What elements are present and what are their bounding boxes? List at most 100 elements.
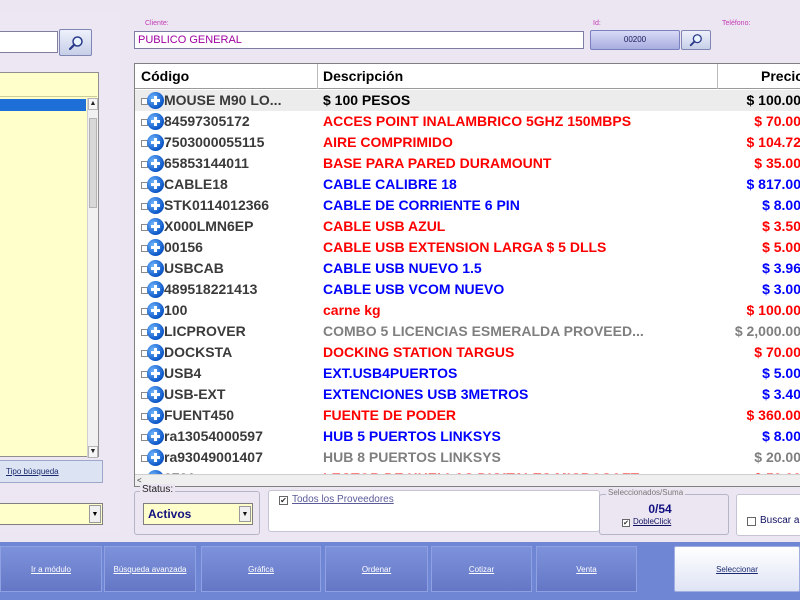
table-row[interactable]: 65853144011 BASE PARA PARED DURAMOUNT $ 35… [135, 153, 800, 174]
table-row[interactable]: 84597305172 ACCES POINT INALAMBRICO 5GHZ … [135, 111, 800, 132]
cell-descripcion: HUB 5 PUERTOS LINKSYS [323, 428, 501, 444]
plus-icon[interactable] [147, 323, 164, 340]
cell-descripcion: CABLE USB EXTENSION LARGA $ 5 DLLS [323, 239, 607, 255]
todos-proveedores-label[interactable]: Todos los Proveedores [292, 494, 394, 505]
scroll-down-icon[interactable]: ▼ [88, 446, 98, 458]
scroll-up-icon[interactable]: ▲ [88, 98, 98, 110]
plus-icon[interactable] [147, 197, 164, 214]
cell-precio: $ 20.00 [754, 449, 800, 465]
plus-icon[interactable] [147, 218, 164, 235]
plus-icon[interactable] [147, 155, 164, 172]
cell-descripcion: COMBO 5 LICENCIAS ESMERALDA PROVEED... [323, 323, 644, 339]
plus-icon[interactable] [147, 92, 164, 109]
status-label: Status: [140, 484, 176, 495]
plus-icon[interactable] [147, 281, 164, 298]
left-list-header [0, 73, 97, 97]
table-row[interactable]: CABLE18 CABLE CALIBRE 18 $ 817.00 [135, 174, 800, 195]
id-search-button[interactable] [681, 30, 711, 50]
plus-icon[interactable] [147, 176, 164, 193]
column-header-descripcion[interactable]: Descripción [323, 68, 403, 84]
ordenar-button[interactable]: Ordenar [325, 546, 428, 592]
left-list-scrollbar[interactable]: ▲ ▼ [87, 98, 98, 458]
cell-precio: $ 70.00 [754, 344, 800, 360]
id-label: Id: [593, 20, 601, 27]
table-row[interactable]: FUENT450 FUENTE DE PODER $ 360.00 [135, 405, 800, 426]
busqueda-avanzada-button[interactable]: Búsqueda avanzada [104, 546, 196, 592]
left-list-selected-item[interactable] [0, 99, 86, 111]
plus-icon[interactable] [147, 365, 164, 382]
plus-icon[interactable] [147, 239, 164, 256]
table-row[interactable]: USB-EXT EXTENCIONES USB 3METROS $ 3.40 [135, 384, 800, 405]
plus-icon[interactable] [147, 449, 164, 466]
table-row[interactable]: 489518221413 CABLE USB VCOM NUEVO $ 3.00 [135, 279, 800, 300]
left-combo[interactable]: ▼ [0, 503, 103, 525]
table-row[interactable]: 00156 CABLE USB EXTENSION LARGA $ 5 DLLS $… [135, 237, 800, 258]
cliente-input[interactable]: PUBLICO GENERAL [134, 31, 584, 49]
table-row[interactable]: X000LMN6EP CABLE USB AZUL $ 3.50 [135, 216, 800, 237]
table-row[interactable]: STK0114012366 CABLE DE CORRIENTE 6 PIN $ 8… [135, 195, 800, 216]
table-row[interactable]: MOUSE M90 LO... $ 100 PESOS $ 100.00 [135, 90, 800, 111]
plus-icon[interactable] [147, 302, 164, 319]
plus-icon[interactable] [147, 134, 164, 151]
column-divider[interactable] [317, 64, 318, 89]
cell-precio: $ 35.00 [754, 155, 800, 171]
todos-proveedores-checkbox[interactable]: ✔ [279, 496, 288, 505]
column-header-precio[interactable]: Precio [761, 68, 800, 84]
cell-precio: $ 2,000.00 [734, 323, 800, 339]
plus-icon[interactable] [147, 344, 164, 361]
plus-icon[interactable] [147, 260, 164, 277]
cell-codigo: USB-EXT [164, 386, 226, 402]
grid-horizontal-scrollbar[interactable]: < [135, 474, 800, 486]
plus-icon[interactable] [147, 407, 164, 424]
cell-descripcion: DOCKING STATION TARGUS [323, 344, 515, 360]
cell-descripcion: carne kg [323, 302, 381, 318]
cell-precio: $ 360.00 [746, 407, 800, 423]
venta-button[interactable]: Venta [536, 546, 637, 592]
plus-icon[interactable] [147, 386, 164, 403]
cell-precio: $ 100.00 [746, 302, 800, 318]
chevron-down-icon[interactable]: ▼ [239, 506, 251, 522]
left-list-scroll-thumb[interactable] [89, 118, 97, 208]
dobleclick-checkbox[interactable]: ✔ [622, 519, 630, 527]
left-search-button[interactable] [59, 29, 92, 56]
plus-icon[interactable] [147, 113, 164, 130]
grafica-button[interactable]: Gráfica [201, 546, 321, 592]
table-row[interactable]: DOCKSTA DOCKING STATION TARGUS $ 70.00 [135, 342, 800, 363]
cell-codigo: LICPROVER [164, 323, 246, 339]
product-grid[interactable]: Código Descripción Precio MOUSE M90 LO..… [134, 63, 800, 487]
id-button[interactable]: 00200 [590, 30, 680, 50]
cell-codigo: 7503000055115 [164, 134, 265, 150]
cell-descripcion: EXTENCIONES USB 3METROS [323, 386, 529, 402]
cell-codigo: FUENT450 [164, 407, 235, 423]
proveedores-box: ✔ Todos los Proveedores [268, 490, 600, 532]
telefono-label: Teléfono: [722, 20, 751, 27]
column-header-codigo[interactable]: Código [141, 68, 189, 84]
table-row[interactable]: LICPROVER COMBO 5 LICENCIAS ESMERALDA PRO… [135, 321, 800, 342]
seleccionados-label: Seleccionados/Suma [606, 488, 686, 497]
table-row[interactable]: ra93049001407 HUB 8 PUERTOS LINKSYS $ 20.0… [135, 447, 800, 468]
magnifier-icon [68, 35, 83, 50]
table-row[interactable]: ra13054000597 HUB 5 PUERTOS LINKSYS $ 8.00 [135, 426, 800, 447]
column-divider[interactable] [717, 64, 718, 89]
left-list[interactable]: ▲ ▼ [0, 72, 99, 458]
table-row[interactable]: USB4 EXT.USB4PUERTOS $ 5.00 [135, 363, 800, 384]
cell-descripcion: AIRE COMPRIMIDO [323, 134, 453, 150]
cell-descripcion: CABLE USB AZUL [323, 218, 446, 234]
cliente-label: Cliente: [145, 20, 169, 27]
cotizar-button[interactable]: Cotizar [431, 546, 532, 592]
buscar-label[interactable]: Buscar a [760, 515, 799, 526]
table-row[interactable]: 100 carne kg $ 100.00 [135, 300, 800, 321]
plus-icon[interactable] [147, 428, 164, 445]
chevron-down-icon[interactable]: ▼ [89, 505, 101, 523]
left-search-input[interactable] [0, 31, 58, 53]
dobleclick-label[interactable]: DobleClick [633, 517, 671, 526]
status-combo[interactable]: Activos ▼ [143, 503, 253, 525]
table-row[interactable]: 7503000055115 AIRE COMPRIMIDO $ 104.72 [135, 132, 800, 153]
seleccionar-button[interactable]: Seleccionar [674, 546, 800, 592]
ir-modulo-button[interactable]: Ir a módulo [0, 546, 102, 592]
table-row[interactable]: USBCAB CABLE USB NUEVO 1.5 $ 3.96 [135, 258, 800, 279]
buscar-box: Buscar a [736, 494, 800, 536]
tipo-busqueda-button[interactable]: Tipo búsqueda [0, 460, 103, 483]
cell-precio: $ 3.96 [762, 260, 800, 276]
buscar-checkbox[interactable] [747, 517, 756, 526]
